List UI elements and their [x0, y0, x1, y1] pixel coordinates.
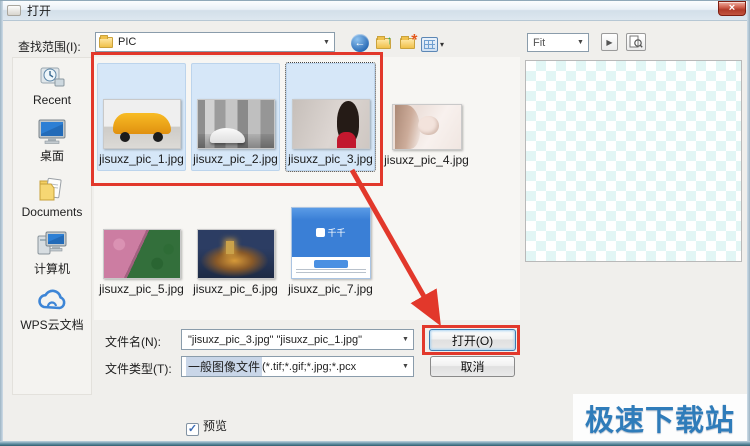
- file-item-2[interactable]: jisuxz_pic_2.jpg: [191, 63, 280, 171]
- file-name: jisuxz_pic_5.jpg: [99, 282, 184, 296]
- open-button[interactable]: 打开(O): [429, 329, 516, 351]
- filename-value: "jisuxz_pic_3.jpg" "jisuxz_pic_1.jpg": [188, 333, 362, 346]
- cancel-button[interactable]: 取消: [430, 356, 515, 377]
- file-thumbnail-night-town: [196, 229, 275, 279]
- folder-icon: [99, 34, 113, 48]
- file-item-4[interactable]: jisuxz_pic_4.jpg: [382, 63, 471, 171]
- chevron-down-icon[interactable]: ▼: [398, 357, 413, 376]
- installer-button: [313, 260, 348, 268]
- filetype-combobox[interactable]: 一般图像文件 (*.tif;*.gif;*.jpg;*.pcx ▼: [181, 356, 414, 377]
- chevron-down-icon[interactable]: ▼: [573, 34, 588, 51]
- file-thumbnail-yellow-suv: [102, 99, 181, 149]
- file-item-1[interactable]: jisuxz_pic_1.jpg: [97, 63, 186, 171]
- new-folder-icon: *: [399, 32, 418, 49]
- sidebar-item-label: WPS云文档: [20, 318, 84, 332]
- installer-footer-text: [295, 269, 366, 275]
- chevron-down-icon[interactable]: ▼: [319, 33, 334, 51]
- back-button[interactable]: ←: [351, 34, 369, 52]
- titlebar[interactable]: 打开: [1, 1, 749, 21]
- play-preview-button[interactable]: ▶: [601, 33, 618, 51]
- sidebar-item-computer[interactable]: 计算机: [13, 230, 91, 277]
- sidebar-item-recent[interactable]: Recent: [13, 63, 91, 107]
- view-menu-icon: [420, 36, 438, 52]
- filetype-label: 文件类型(T):: [105, 362, 172, 376]
- window-title: 打开: [27, 4, 52, 18]
- sidebar-item-desktop[interactable]: 桌面: [13, 118, 91, 164]
- places-sidebar: Recent 桌面 Documents 计算机 WPS云文档: [12, 57, 92, 395]
- up-folder-icon: ↑: [375, 33, 393, 49]
- file-item-6[interactable]: jisuxz_pic_6.jpg: [191, 195, 280, 300]
- file-item-7[interactable]: 千千 jisuxz_pic_7.jpg: [286, 175, 375, 300]
- preview-pane: [525, 60, 742, 262]
- view-menu-arrow-icon[interactable]: ▾: [440, 40, 444, 49]
- preview-checkbox[interactable]: ✓ 预览: [186, 417, 227, 436]
- sidebar-item-label: 计算机: [33, 262, 70, 276]
- computer-icon: [13, 230, 91, 258]
- magnifier-doc-icon: [629, 35, 643, 48]
- file-thumbnail-forest-aerial: [102, 229, 181, 279]
- watermark-badge: 极速下载站: [573, 394, 747, 441]
- file-item-5[interactable]: jisuxz_pic_5.jpg: [97, 195, 186, 300]
- checkbox-check-icon[interactable]: ✓: [186, 423, 199, 436]
- preview-checkbox-label: 预览: [203, 419, 228, 433]
- documents-icon: [13, 175, 91, 203]
- view-menu-button[interactable]: [420, 35, 438, 53]
- file-name: jisuxz_pic_3.jpg: [288, 152, 373, 166]
- open-dialog-window: 打开 × 查找范围(I): PIC ▼ ← ↑ * ▾ Fit ▼ ▶ Rece…: [0, 0, 750, 446]
- file-name: jisuxz_pic_1.jpg: [99, 152, 184, 166]
- desktop-icon: [13, 118, 91, 145]
- filename-label: 文件名(N):: [105, 335, 161, 349]
- look-in-value: PIC: [118, 36, 137, 48]
- sidebar-item-documents[interactable]: Documents: [13, 175, 91, 219]
- file-thumbnail-installer-screenshot: 千千: [290, 207, 371, 279]
- sidebar-item-label: Recent: [32, 93, 72, 107]
- file-name: jisuxz_pic_7.jpg: [288, 282, 373, 296]
- fit-combobox[interactable]: Fit ▼: [527, 33, 589, 52]
- look-in-combobox[interactable]: PIC ▼: [95, 32, 335, 52]
- installer-logo-icon: [315, 228, 325, 237]
- installer-logo-text: 千千: [327, 228, 346, 238]
- filetype-value-rest: (*.tif;*.gif;*.jpg;*.pcx: [262, 360, 357, 373]
- up-one-level-button[interactable]: ↑: [374, 33, 393, 52]
- sidebar-item-label: Documents: [21, 205, 83, 219]
- window-border-bottom: [0, 441, 750, 446]
- sidebar-item-label: 桌面: [39, 149, 64, 163]
- recent-icon: [13, 63, 91, 91]
- close-button[interactable]: ×: [718, 1, 746, 16]
- wps-cloud-icon: [13, 288, 91, 314]
- window-border-left: [0, 1, 3, 446]
- chevron-down-icon[interactable]: ▼: [398, 330, 413, 349]
- fit-value: Fit: [533, 36, 546, 49]
- file-name: jisuxz_pic_6.jpg: [193, 282, 278, 296]
- file-thumbnail-woman-red-dress: [291, 99, 370, 149]
- new-folder-button[interactable]: *: [398, 32, 418, 52]
- zoom-preview-button[interactable]: [626, 33, 646, 51]
- sidebar-item-wps-cloud[interactable]: WPS云文档: [13, 288, 91, 333]
- file-thumbnail-pale-portrait: [391, 104, 462, 150]
- filename-combobox[interactable]: "jisuxz_pic_3.jpg" "jisuxz_pic_1.jpg" ▼: [181, 329, 414, 350]
- file-name: jisuxz_pic_2.jpg: [193, 152, 278, 166]
- watermark-text: 极速下载站: [584, 404, 735, 437]
- look-in-label: 查找范围(I):: [18, 40, 81, 54]
- file-name: jisuxz_pic_4.jpg: [384, 153, 469, 167]
- app-icon: [7, 5, 21, 16]
- file-list: jisuxz_pic_1.jpg jisuxz_pic_2.jpg jisuxz…: [94, 57, 520, 320]
- file-item-3[interactable]: jisuxz_pic_3.jpg: [285, 62, 376, 172]
- file-thumbnail-showroom-car: [196, 99, 275, 149]
- filetype-value-highlight: 一般图像文件: [186, 357, 263, 376]
